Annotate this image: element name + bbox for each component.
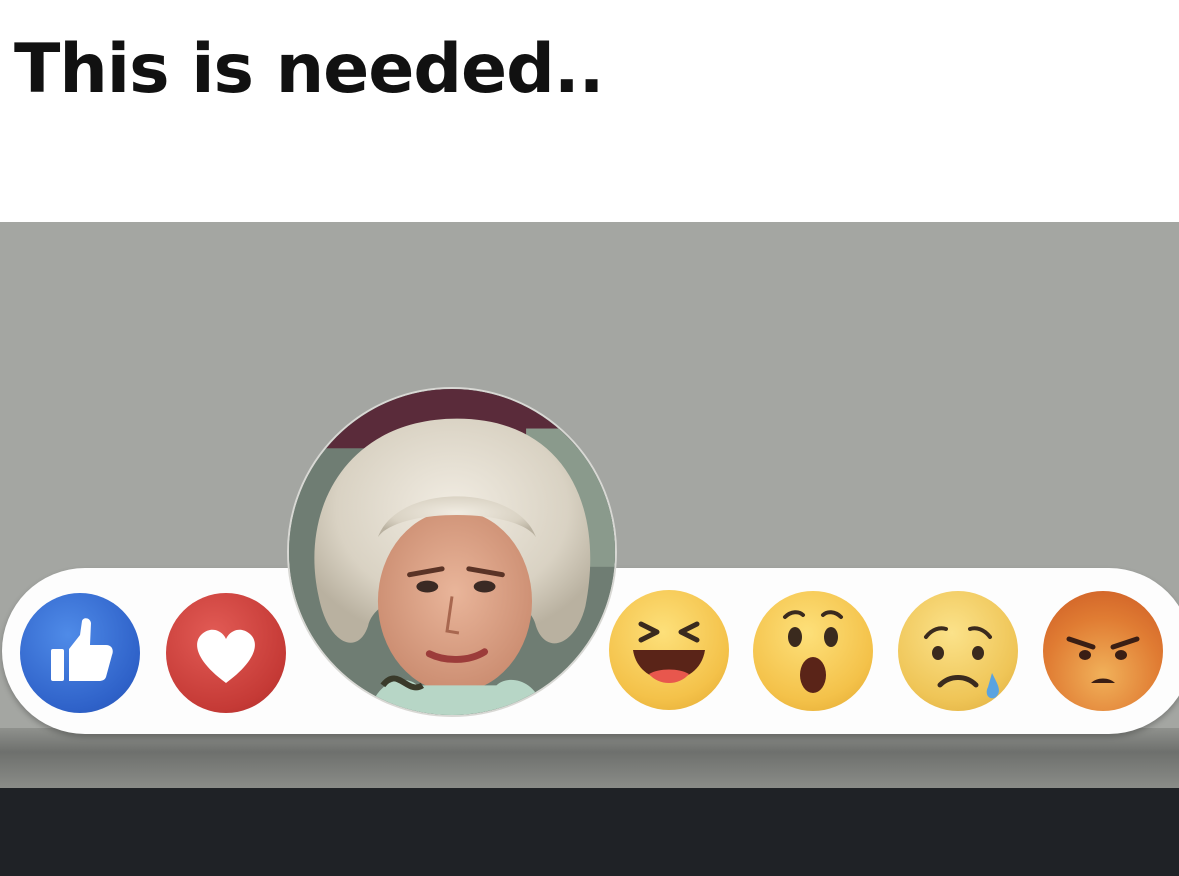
thumbs-up-icon [51, 618, 113, 681]
surprised-face-icon [783, 610, 843, 693]
photo-avatar [289, 389, 615, 715]
photo-reaction-button[interactable] [287, 387, 617, 717]
like-reaction-button[interactable] [20, 593, 140, 713]
angry-reaction-button[interactable] [1043, 591, 1163, 711]
haha-reaction-button[interactable] [609, 590, 729, 710]
love-reaction-button[interactable] [166, 593, 286, 713]
wow-reaction-button[interactable] [753, 591, 873, 711]
sad-reaction-button[interactable] [898, 591, 1018, 711]
laughing-face-icon [633, 621, 705, 683]
crying-face-icon [924, 626, 999, 699]
heart-icon [197, 629, 255, 683]
angry-face-icon [1066, 636, 1140, 683]
post-caption: This is needed.. [14, 30, 604, 109]
bottom-dark-bar [0, 788, 1179, 876]
scene-floor [0, 728, 1179, 788]
